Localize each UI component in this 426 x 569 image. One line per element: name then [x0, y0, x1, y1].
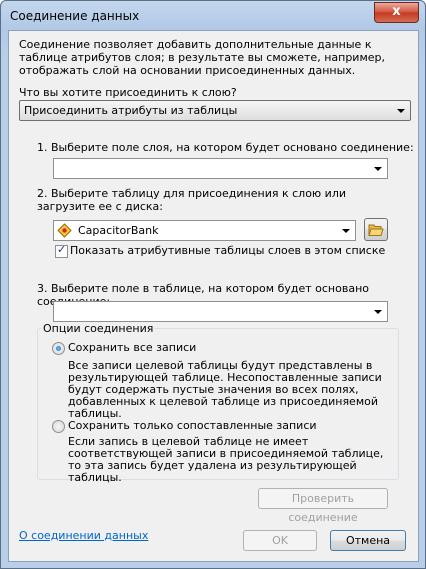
open-folder-icon: [368, 222, 384, 237]
table-field-dropdown[interactable]: [53, 301, 388, 322]
chevron-down-icon: [374, 310, 382, 314]
chevron-down-icon: [397, 109, 405, 113]
dropdown-button[interactable]: [370, 159, 387, 178]
layer-field-dropdown[interactable]: [53, 158, 388, 179]
dropdown-button[interactable]: [370, 302, 387, 321]
keep-matching-radio[interactable]: [52, 420, 65, 433]
chevron-down-icon: [342, 229, 350, 233]
help-link[interactable]: О соединении данных: [19, 529, 148, 542]
join-options-legend: Опции соединения: [41, 322, 156, 335]
dropdown-button[interactable]: [338, 221, 355, 240]
table-layer-icon: [57, 223, 72, 238]
join-table-dropdown[interactable]: CapacitorBank: [53, 220, 356, 241]
checkmark-icon: ✓: [57, 243, 67, 256]
dialog-body: Соединение позволяет добавить дополнител…: [8, 30, 419, 562]
radio-dot-icon: [56, 346, 61, 351]
join-table-value: CapacitorBank: [78, 224, 159, 237]
close-button[interactable]: x: [374, 2, 419, 23]
keep-matching-description: Если запись в целевой таблице не имеет с…: [68, 435, 384, 484]
join-type-value: Присоединить атрибуты из таблицы: [24, 104, 238, 117]
join-type-dropdown[interactable]: Присоединить атрибуты из таблицы: [19, 100, 411, 121]
step1-label: 1. Выберите поле слоя, на котором будет …: [37, 141, 414, 154]
browse-table-button[interactable]: [364, 218, 388, 241]
cancel-button[interactable]: Отмена: [330, 530, 406, 551]
title-bar[interactable]: Соединение данных x: [1, 1, 425, 29]
show-layer-tables-label[interactable]: Показать атрибутивные таблицы слоев в эт…: [70, 244, 385, 257]
intro-text: Соединение позволяет добавить дополнител…: [19, 38, 385, 77]
step2-label: 2. Выберите таблицу для присоединения к …: [37, 187, 347, 213]
validate-join-button[interactable]: Проверить соединение: [258, 488, 388, 524]
close-icon: x: [392, 4, 401, 19]
question-label: Что вы хотите присоединить к слою?: [19, 86, 237, 99]
ok-button[interactable]: OK: [243, 530, 317, 551]
chevron-down-icon: [374, 167, 382, 171]
dropdown-button[interactable]: [393, 101, 410, 120]
keep-all-radio[interactable]: [52, 342, 65, 355]
window-title: Соединение данных: [10, 9, 140, 23]
keep-matching-label[interactable]: Сохранить только сопоставленные записи: [68, 419, 317, 432]
show-layer-tables-checkbox[interactable]: ✓: [55, 243, 68, 258]
dialog-window: Соединение данных x Соединение позволяет…: [0, 0, 426, 569]
keep-all-description: Все записи целевой таблицы будут предста…: [68, 359, 382, 420]
keep-all-label[interactable]: Сохранить все записи: [68, 341, 196, 354]
